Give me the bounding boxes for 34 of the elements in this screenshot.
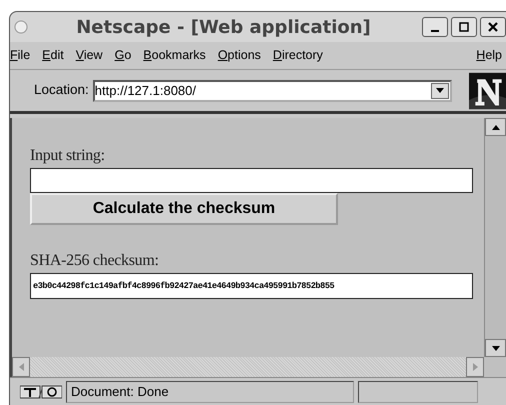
left-arrow-icon <box>18 363 24 371</box>
maximize-icon <box>459 22 469 32</box>
close-button[interactable] <box>480 17 506 37</box>
input-label: Input string: <box>30 146 106 166</box>
minimize-icon <box>431 30 439 32</box>
scroll-down-button[interactable] <box>485 339 506 357</box>
menu-item[interactable]: File <box>10 46 30 65</box>
caret-icon <box>436 88 444 94</box>
checksum-field[interactable]: e3b0c44298fc1c149afbf4c8996fb92427ae41e4649b934ca495991b7852b855 <box>30 273 473 299</box>
minimize-button[interactable] <box>422 17 448 37</box>
close-icon <box>488 22 498 32</box>
output-label: SHA-256 checksum: <box>30 251 160 271</box>
menu-item[interactable]: View <box>76 46 103 65</box>
menu-item[interactable]: Bookmarks <box>143 46 206 65</box>
status-text: Document: Done <box>66 380 354 402</box>
security-icon[interactable] <box>20 384 62 400</box>
maximize-button[interactable] <box>451 17 477 37</box>
input-field[interactable] <box>30 168 473 193</box>
dropdown-button[interactable] <box>430 82 449 98</box>
window-title: Netscape - [Web application] <box>75 16 372 40</box>
right-arrow-icon <box>472 363 478 371</box>
down-arrow-icon <box>492 346 500 350</box>
menu-item[interactable]: Options <box>218 46 261 65</box>
location-field[interactable]: http://127.1:8080/ <box>92 80 452 102</box>
menu-item[interactable]: Go <box>114 46 132 65</box>
menu-item[interactable]: Edit <box>42 46 64 65</box>
calculate-button[interactable]: Calculate the checksum <box>30 193 338 225</box>
location-label: Location: <box>34 81 89 100</box>
menu-item[interactable]: Help <box>476 46 502 65</box>
scroll-left-button[interactable] <box>12 357 30 377</box>
menu-item[interactable]: Directory <box>272 46 323 65</box>
scroll-up-button[interactable] <box>485 118 506 136</box>
up-arrow-icon <box>492 124 500 130</box>
logo-icon <box>468 70 506 110</box>
